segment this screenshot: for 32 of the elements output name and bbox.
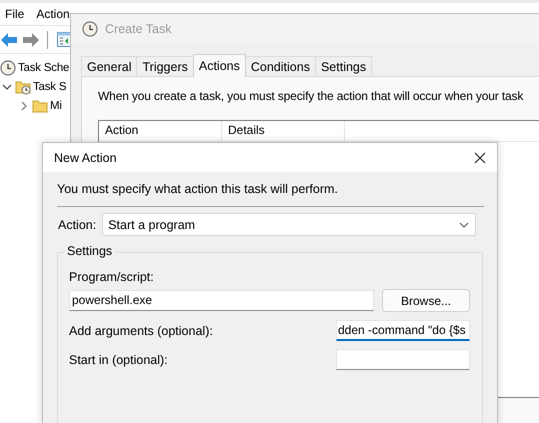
- window-title: Create Task: [105, 22, 172, 36]
- column-header: Details: [222, 121, 345, 141]
- close-icon[interactable]: [474, 152, 486, 164]
- forward-arrow-icon: [22, 32, 40, 48]
- tab[interactable]: General: [81, 56, 138, 76]
- text-field[interactable]: dden -command "do {$s: [336, 320, 470, 341]
- folder-icon: [32, 98, 48, 114]
- clock-icon: [82, 21, 98, 37]
- field-label: Start in (optional):: [69, 352, 168, 366]
- instruction-text: You must specify what action this task will perform.: [56, 182, 339, 196]
- browse-button[interactable]: Browse...: [382, 289, 470, 312]
- description-text: When you create a task, you must specify the action that will occur when your task: [98, 89, 524, 103]
- window-title: New Action: [54, 150, 117, 164]
- menu-item[interactable]: File: [4, 7, 26, 21]
- field-label: Action:: [58, 218, 96, 232]
- chevron-down-icon: [459, 222, 469, 228]
- tree-item[interactable]: Mi: [50, 100, 62, 112]
- text-field[interactable]: [336, 349, 470, 370]
- text-field[interactable]: powershell.exe: [69, 290, 374, 311]
- tab[interactable]: Actions: [192, 54, 246, 77]
- field-label: Program/script:: [69, 270, 155, 284]
- back-arrow-icon: [0, 32, 18, 48]
- tree-item[interactable]: Task Sche: [18, 62, 70, 74]
- column-header: Action: [99, 121, 222, 141]
- field-label: Add arguments (optional):: [69, 324, 213, 338]
- menu-item[interactable]: Action: [35, 7, 71, 21]
- folder-clock-icon: [15, 78, 31, 94]
- group-title: Settings: [64, 244, 116, 258]
- tree-item[interactable]: Task S: [33, 80, 66, 92]
- action-dropdown[interactable]: Start a program: [102, 213, 476, 236]
- tab[interactable]: Settings: [314, 56, 372, 76]
- tab[interactable]: Triggers: [136, 56, 194, 76]
